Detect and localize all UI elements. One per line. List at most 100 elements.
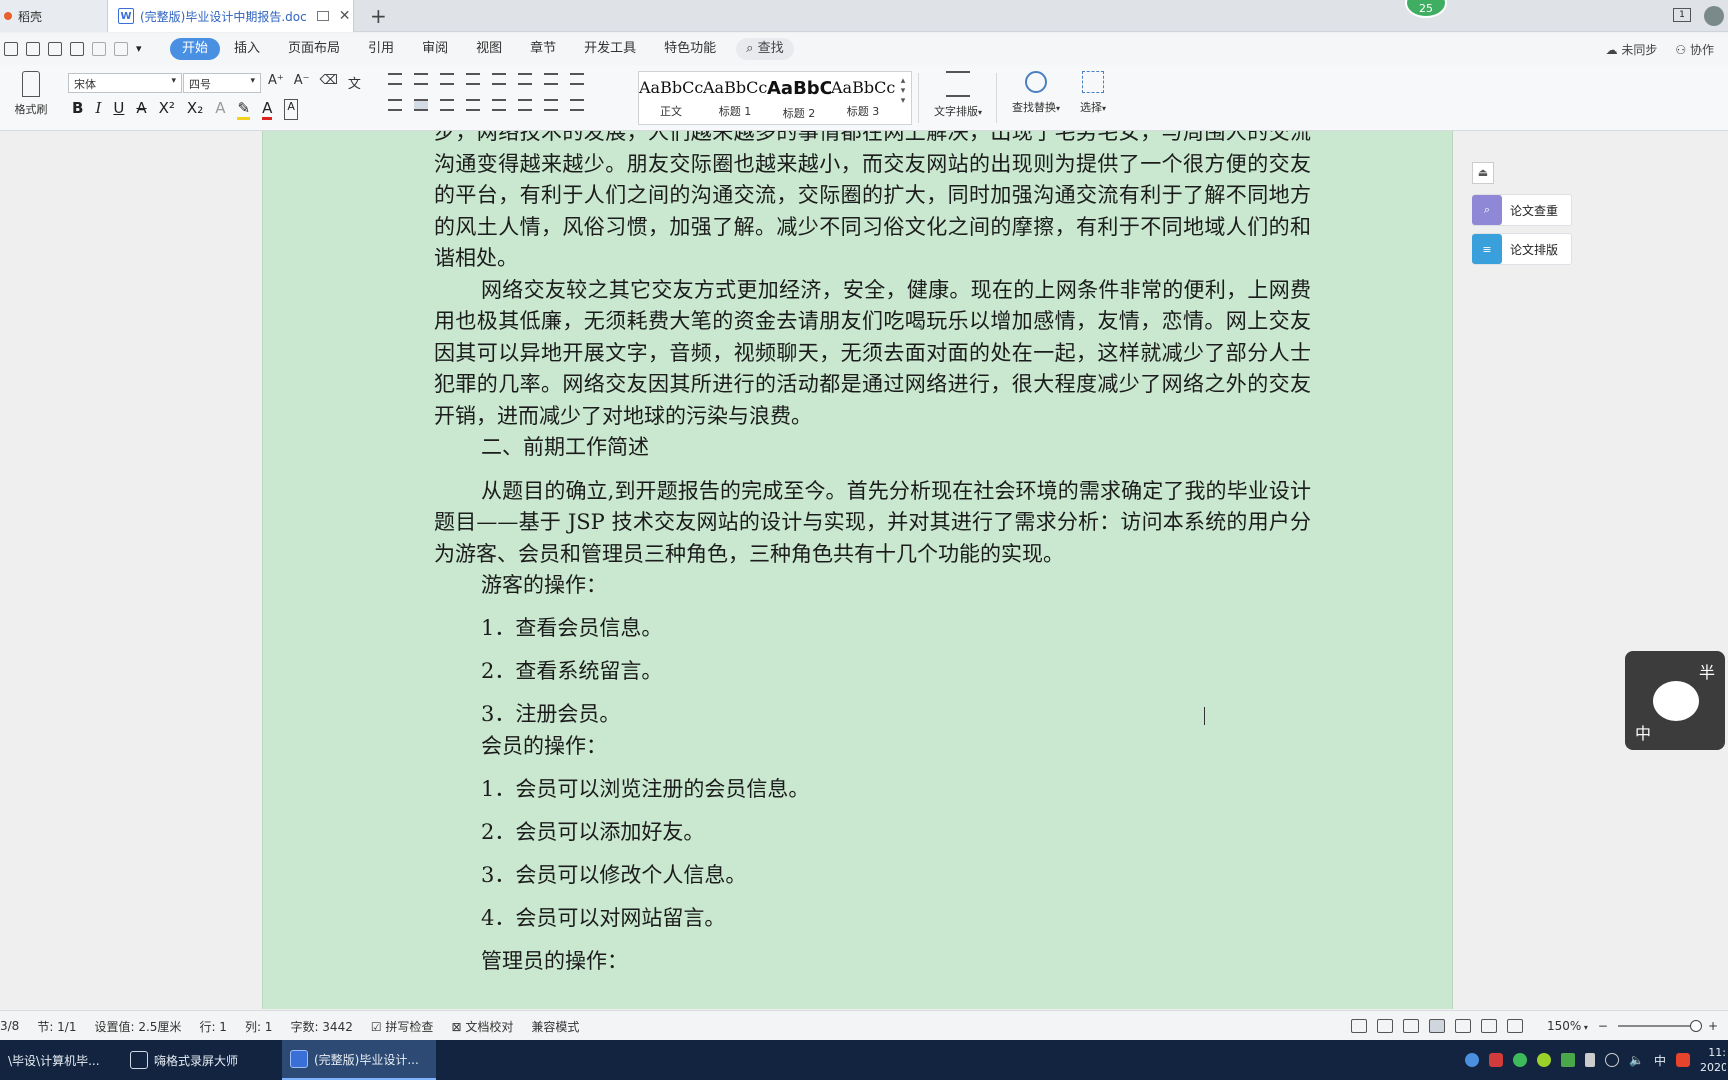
print-icon[interactable]: [48, 42, 62, 56]
menu-page-layout[interactable]: 页面布局: [274, 38, 354, 60]
tab-document[interactable]: W (完整版)毕业设计中期报告.doc ✕: [108, 0, 354, 32]
document-page[interactable]: 步，网络技术的发展，人们越来越多的事情都在网上解决，出现了宅男宅女，与周围人的交…: [262, 131, 1453, 1009]
zoom-slider-knob[interactable]: [1689, 1020, 1702, 1032]
paper-check-button[interactable]: ⌕ 论文查重: [1472, 194, 1572, 226]
sogou-icon[interactable]: [1676, 1053, 1690, 1067]
sync-status[interactable]: ☁ 未同步: [1606, 41, 1658, 58]
font-name-select[interactable]: 宋体 ▾: [68, 73, 182, 93]
customize-icon[interactable]: ▾: [136, 42, 150, 56]
reading-mode-icon[interactable]: [1377, 1019, 1393, 1033]
menu-home[interactable]: 开始: [170, 38, 221, 60]
highlight-icon[interactable]: ✎: [237, 99, 251, 120]
clear-format-icon[interactable]: ⌫: [320, 73, 338, 92]
ime-indicator[interactable]: 中: [1654, 1052, 1666, 1069]
export-icon[interactable]: [26, 42, 40, 56]
redo-icon[interactable]: [114, 42, 128, 56]
font-color-icon[interactable]: A: [262, 99, 273, 120]
menu-references[interactable]: 引用: [354, 38, 408, 60]
increase-indent-icon[interactable]: [466, 73, 480, 85]
style-gallery-scroll[interactable]: ▴ ▾ ▾: [895, 72, 911, 124]
tab-daoke[interactable]: 稻壳: [0, 0, 108, 32]
spell-check-button[interactable]: ☑ 拼写检查: [371, 1018, 434, 1035]
chinese-layout-icon[interactable]: [492, 73, 506, 85]
show-marks-icon[interactable]: [570, 73, 584, 85]
undo-icon[interactable]: [92, 42, 106, 56]
microphone-icon[interactable]: [1585, 1053, 1596, 1067]
minimize-tab-icon[interactable]: [316, 11, 329, 21]
italic-icon[interactable]: I: [95, 99, 101, 120]
page-view-icon[interactable]: [1429, 1019, 1445, 1033]
numbered-list-icon[interactable]: [414, 73, 428, 85]
fullscreen-icon[interactable]: [1351, 1019, 1367, 1033]
clock[interactable]: 11: 2020: [1700, 1045, 1726, 1075]
save-icon[interactable]: [4, 42, 18, 56]
taskbar-recorder[interactable]: 嗨格式录屏大师: [122, 1040, 278, 1080]
justify-icon[interactable]: [466, 99, 480, 111]
menu-developer[interactable]: 开发工具: [570, 38, 650, 60]
find-replace-button[interactable]: 查找替换▾: [1004, 71, 1068, 115]
taskbar-wps[interactable]: (完整版)毕业设计...: [282, 1040, 436, 1080]
status-page[interactable]: 3/8: [0, 1019, 19, 1033]
style-heading-1[interactable]: AaBbCc 标题 1: [703, 72, 767, 124]
collapse-panel-icon[interactable]: ⏏: [1472, 162, 1494, 184]
decrease-indent-icon[interactable]: [440, 73, 454, 85]
zoom-out-icon[interactable]: −: [1598, 1019, 1608, 1033]
web-view-icon[interactable]: [1481, 1019, 1497, 1033]
wifi-icon[interactable]: [1605, 1053, 1620, 1067]
menu-review[interactable]: 审阅: [408, 38, 462, 60]
line-spacing-icon[interactable]: [518, 99, 532, 111]
outline-view-icon[interactable]: [1455, 1019, 1471, 1033]
document-content[interactable]: 步，网络技术的发展，人们越来越多的事情都在网上解决，出现了宅男宅女，与周围人的交…: [434, 131, 1311, 977]
borders-icon[interactable]: [570, 99, 584, 111]
bold-icon[interactable]: B: [72, 99, 83, 120]
status-words[interactable]: 字数: 3442: [290, 1018, 352, 1035]
align-left-icon[interactable]: [388, 99, 402, 111]
ime-sticker-widget[interactable]: 半 中: [1625, 651, 1725, 750]
print-preview-icon[interactable]: [70, 42, 84, 56]
collab-button[interactable]: ⚇ 协作: [1675, 41, 1714, 58]
char-border-icon[interactable]: A: [284, 99, 298, 120]
plus-app-icon[interactable]: [1537, 1053, 1552, 1067]
sort-icon[interactable]: [518, 73, 532, 85]
zoom-slider[interactable]: [1617, 1020, 1702, 1032]
menu-features[interactable]: 特色功能: [650, 38, 730, 60]
edit-mode-icon[interactable]: [1403, 1019, 1419, 1033]
strikethrough-icon[interactable]: A: [136, 99, 146, 120]
align-center-icon[interactable]: [414, 99, 428, 111]
underline-icon[interactable]: U: [113, 99, 124, 120]
notification-badge[interactable]: 25: [1405, 0, 1447, 18]
eye-protection-icon[interactable]: [1507, 1019, 1523, 1033]
style-heading-3[interactable]: AaBbCc 标题 3: [831, 72, 895, 124]
close-tab-icon[interactable]: ✕: [339, 8, 351, 24]
bullet-list-icon[interactable]: [388, 73, 402, 85]
shading-icon[interactable]: [544, 99, 558, 111]
proofread-button[interactable]: ⊠ 文档校对: [451, 1018, 513, 1035]
zoom-in-icon[interactable]: +: [1708, 1019, 1718, 1033]
distributed-icon[interactable]: [492, 99, 506, 111]
phonetic-icon[interactable]: 文: [348, 73, 361, 92]
text-layout-button[interactable]: 文字排版▾: [926, 71, 990, 119]
format-painter-button[interactable]: 格式刷: [10, 71, 52, 117]
zoom-level[interactable]: 150% ▾: [1547, 1019, 1588, 1033]
shrink-font-icon[interactable]: A⁻: [294, 73, 310, 92]
grow-font-icon[interactable]: A⁺: [268, 73, 284, 92]
text-effect-icon[interactable]: A: [215, 99, 225, 120]
volume-icon[interactable]: 🔈: [1629, 1053, 1644, 1067]
menu-view[interactable]: 视图: [462, 38, 516, 60]
text-direction-icon[interactable]: [544, 73, 558, 85]
avatar[interactable]: [1704, 6, 1724, 26]
nvidia-icon[interactable]: [1561, 1053, 1576, 1067]
window-count-icon[interactable]: 1: [1673, 8, 1691, 22]
style-normal[interactable]: AaBbCcDd 正文: [639, 72, 703, 124]
menu-insert[interactable]: 插入: [220, 38, 274, 60]
new-tab-button[interactable]: +: [370, 4, 387, 28]
network-app-icon[interactable]: [1465, 1053, 1480, 1067]
align-right-icon[interactable]: [440, 99, 454, 111]
wechat-icon[interactable]: [1513, 1053, 1528, 1067]
subscript-icon[interactable]: X₂: [187, 99, 203, 120]
menu-chapter[interactable]: 章节: [516, 38, 570, 60]
search-button[interactable]: ⌕ 查找: [736, 38, 794, 60]
style-heading-2[interactable]: AaBbC 标题 2: [767, 72, 831, 124]
taskbar-explorer[interactable]: \毕设\计算机毕...: [0, 1040, 118, 1080]
select-button[interactable]: 选择▾: [1072, 71, 1114, 115]
